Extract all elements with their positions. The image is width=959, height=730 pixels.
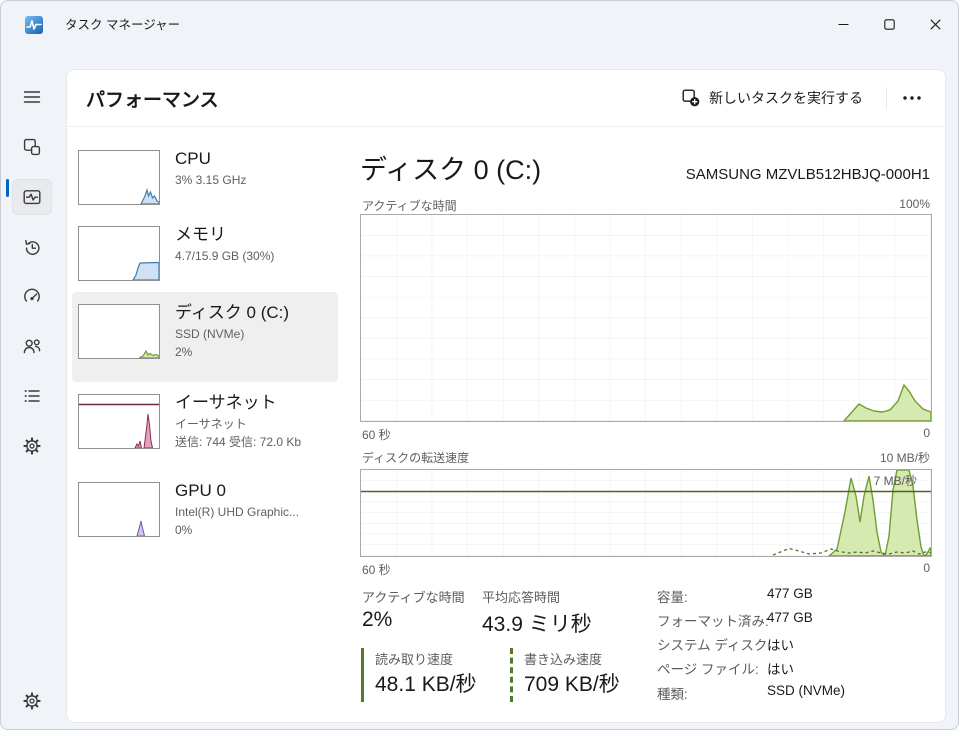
avg-response-stat-label: 平均応答時間 bbox=[482, 587, 560, 606]
page-file-value: はい bbox=[767, 658, 794, 678]
perf-item-detail: 3% 3.15 GHz bbox=[175, 171, 333, 189]
capacity-value: 477 GB bbox=[767, 586, 813, 601]
users-icon bbox=[22, 336, 42, 356]
gear-icon bbox=[22, 691, 42, 711]
task-manager-window: タスク マネージャー bbox=[0, 0, 959, 730]
active-time-stat-value: 2% bbox=[362, 608, 392, 632]
active-time-chart-labels: アクティブな時間 100% bbox=[362, 197, 930, 214]
active-time-chart bbox=[360, 214, 932, 422]
active-time-stat-label: アクティブな時間 bbox=[362, 587, 465, 606]
sidebar-item-details[interactable] bbox=[12, 378, 52, 414]
run-new-task-label: 新しいタスクを実行する bbox=[709, 88, 863, 108]
x-axis-right-label: 0 bbox=[923, 561, 930, 578]
read-speed-stat: 読み取り速度 48.1 KB/秒 bbox=[361, 648, 477, 702]
type-value: SSD (NVMe) bbox=[767, 683, 845, 698]
processes-icon bbox=[22, 137, 42, 157]
sidebar-item-startup-apps[interactable] bbox=[12, 278, 52, 314]
history-icon bbox=[22, 237, 42, 257]
x-axis-right-label: 0 bbox=[923, 426, 930, 443]
selected-nav-indicator bbox=[6, 179, 9, 197]
gpu-mini-chart bbox=[78, 482, 160, 537]
active-time-label: アクティブな時間 bbox=[362, 197, 457, 214]
disk-mini-chart bbox=[78, 304, 160, 359]
formatted-label: フォーマット済み: bbox=[657, 610, 769, 630]
formatted-value: 477 GB bbox=[767, 610, 813, 625]
perf-item-cpu[interactable]: CPU 3% 3.15 GHz bbox=[72, 138, 338, 214]
read-speed-value: 48.1 KB/秒 bbox=[375, 670, 477, 700]
sidebar-item-processes[interactable] bbox=[12, 129, 52, 165]
services-cog-icon bbox=[22, 436, 42, 456]
perf-item-detail: イーサネット bbox=[175, 415, 333, 433]
details-list-icon bbox=[22, 386, 42, 406]
read-speed-label: 読み取り速度 bbox=[375, 650, 477, 670]
header-separator bbox=[886, 87, 887, 109]
memory-mini-chart bbox=[78, 226, 160, 281]
perf-item-detail2: 0% bbox=[175, 521, 333, 539]
settings-button[interactable] bbox=[12, 683, 52, 719]
active-time-x-axis: 60 秒 0 bbox=[362, 426, 930, 443]
performance-icon bbox=[22, 187, 42, 207]
x-axis-left-label: 60 秒 bbox=[362, 561, 391, 578]
maximize-button[interactable] bbox=[866, 1, 912, 47]
perf-item-detail: Intel(R) UHD Graphic... bbox=[175, 503, 333, 521]
perf-item-detail: SSD (NVMe) bbox=[175, 325, 333, 343]
perf-item-ethernet[interactable]: イーサネット イーサネット 送信: 744 受信: 72.0 Kb bbox=[72, 382, 338, 470]
perf-item-title: CPU bbox=[175, 146, 333, 171]
page-file-label: ページ ファイル: bbox=[657, 658, 759, 678]
transfer-rate-chart: 7 MB/秒 bbox=[360, 469, 932, 557]
transfer-rate-label: ディスクの転送速度 bbox=[362, 449, 469, 466]
write-speed-stat: 書き込み速度 709 KB/秒 bbox=[510, 648, 620, 702]
avg-response-stat-value: 43.9 ミリ秒 bbox=[482, 608, 592, 638]
sidebar-item-app-history[interactable] bbox=[12, 229, 52, 265]
system-disk-value: はい bbox=[767, 634, 794, 654]
perf-item-gpu[interactable]: GPU 0 Intel(R) UHD Graphic... 0% bbox=[72, 470, 338, 558]
hamburger-icon bbox=[22, 87, 42, 107]
run-new-task-icon bbox=[682, 89, 700, 107]
close-button[interactable] bbox=[912, 1, 958, 47]
transfer-marker-label: 7 MB/秒 bbox=[874, 472, 917, 489]
transfer-chart-labels: ディスクの転送速度 10 MB/秒 bbox=[362, 449, 930, 466]
perf-item-memory[interactable]: メモリ 4.7/15.9 GB (30%) bbox=[72, 214, 338, 290]
sidebar-item-performance[interactable] bbox=[12, 179, 52, 215]
disk-pane-title: ディスク 0 (C:) bbox=[360, 148, 541, 187]
window-title: タスク マネージャー bbox=[65, 1, 180, 49]
performance-list: CPU 3% 3.15 GHz メモリ 4.7/15.9 GB (30%) bbox=[67, 127, 352, 722]
cpu-mini-chart bbox=[78, 150, 160, 205]
window-titlebar: タスク マネージャー bbox=[1, 1, 958, 49]
menu-toggle-button[interactable] bbox=[12, 79, 52, 115]
task-manager-app-icon bbox=[25, 16, 43, 34]
perf-item-title: GPU 0 bbox=[175, 478, 333, 503]
perf-item-title: ディスク 0 (C:) bbox=[175, 300, 333, 325]
write-speed-value: 709 KB/秒 bbox=[524, 670, 620, 700]
system-disk-label: システム ディスク: bbox=[657, 634, 771, 654]
minimize-button[interactable] bbox=[820, 1, 866, 47]
transfer-x-axis: 60 秒 0 bbox=[362, 561, 930, 578]
perf-item-detail2: 送信: 744 受信: 72.0 Kb bbox=[175, 433, 333, 451]
sidebar-item-services[interactable] bbox=[12, 428, 52, 464]
write-speed-label: 書き込み速度 bbox=[524, 650, 620, 670]
page-header: パフォーマンス 新しいタスクを実行する bbox=[67, 70, 945, 127]
sidebar-item-users[interactable] bbox=[12, 328, 52, 364]
speedometer-icon bbox=[22, 286, 42, 306]
page-title: パフォーマンス bbox=[86, 85, 219, 112]
perf-item-title: イーサネット bbox=[175, 390, 333, 415]
perf-item-title: メモリ bbox=[175, 222, 333, 247]
more-options-button[interactable] bbox=[893, 82, 931, 114]
perf-item-disk-selected[interactable]: ディスク 0 (C:) SSD (NVMe) 2% bbox=[72, 292, 338, 382]
perf-item-detail2: 2% bbox=[175, 343, 333, 361]
content-card: パフォーマンス 新しいタスクを実行する bbox=[66, 69, 946, 723]
navigation-rail bbox=[1, 49, 66, 729]
active-time-max-label: 100% bbox=[899, 197, 930, 214]
ellipsis-icon bbox=[903, 96, 921, 100]
transfer-rate-max-label: 10 MB/秒 bbox=[880, 449, 930, 466]
run-new-task-button[interactable]: 新しいタスクを実行する bbox=[672, 81, 873, 115]
ethernet-mini-chart bbox=[78, 394, 160, 449]
x-axis-left-label: 60 秒 bbox=[362, 426, 391, 443]
type-label: 種類: bbox=[657, 683, 688, 703]
disk-device-name: SAMSUNG MZVLB512HBJQ-000H1 bbox=[686, 166, 930, 183]
perf-item-detail: 4.7/15.9 GB (30%) bbox=[175, 247, 333, 265]
capacity-label: 容量: bbox=[657, 586, 688, 606]
